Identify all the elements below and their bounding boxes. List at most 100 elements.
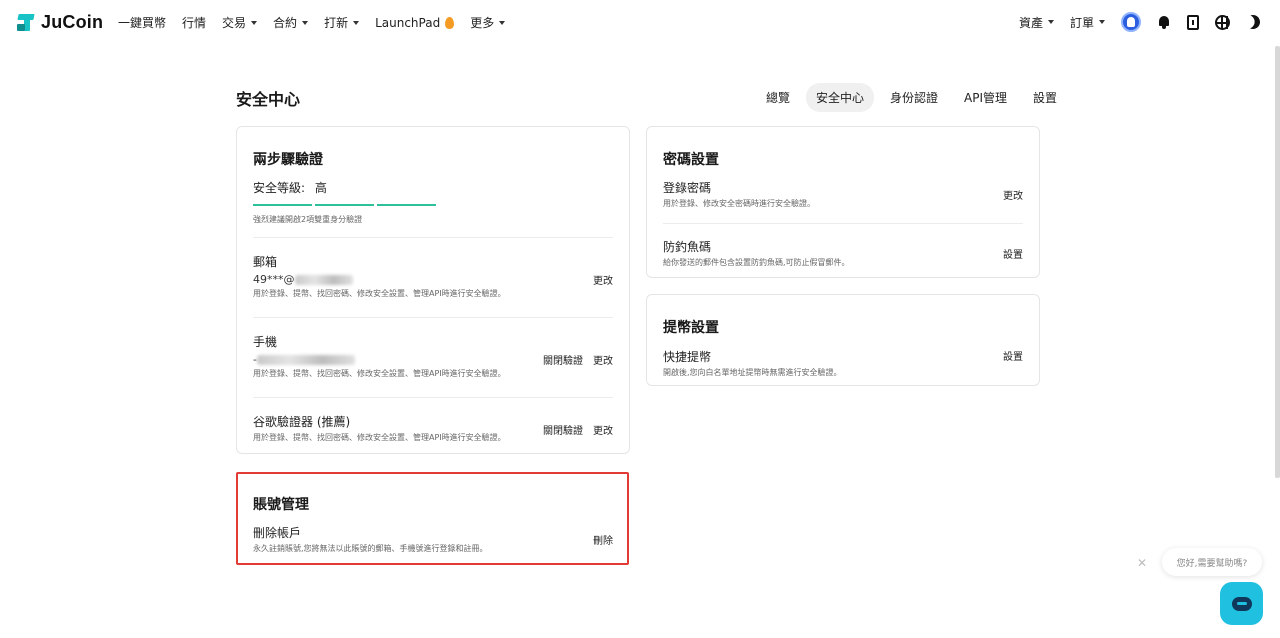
delete-account-button[interactable]: 刪除 bbox=[593, 532, 613, 547]
assets-menu[interactable]: 資產 bbox=[1019, 14, 1054, 31]
quick-withdraw-row: 快捷提幣 開啟後,您向白名單地址提幣時無需進行安全驗證。 bbox=[663, 348, 1023, 378]
email-change-button[interactable]: 更改 bbox=[593, 272, 613, 287]
main-nav: 一鍵買幣 行情 交易 合約 打新 LaunchPad 更多 bbox=[118, 14, 506, 31]
chat-greeting[interactable]: 您好,需要幫助嗎? bbox=[1162, 548, 1262, 576]
email-desc: 用於登錄、提幣、找回密碼、修改安全設置、管理API時進行安全驗證。 bbox=[253, 289, 506, 298]
login-password-row: 登錄密碼 用於登錄、修改安全密碼時進行安全驗證。 bbox=[663, 179, 1023, 209]
password-settings-title: 密碼設置 bbox=[663, 152, 719, 168]
two-factor-title: 兩步驟驗證 bbox=[253, 152, 323, 168]
nav-label: 一鍵買幣 bbox=[118, 16, 167, 30]
logo[interactable]: JuCoin bbox=[16, 12, 103, 33]
nav-markets[interactable]: 行情 bbox=[182, 14, 206, 31]
fire-icon bbox=[445, 16, 455, 29]
nav-quick-buy[interactable]: 一鍵買幣 bbox=[118, 14, 166, 31]
assets-label: 資產 bbox=[1018, 15, 1043, 30]
security-level-value: 高 bbox=[314, 181, 327, 195]
globe-icon[interactable] bbox=[1215, 14, 1230, 30]
withdrawal-settings-card: 提幣設置 快捷提幣 開啟後,您向白名單地址提幣時無需進行安全驗證。 設置 bbox=[646, 294, 1040, 386]
divider bbox=[663, 223, 1023, 224]
download-app-icon[interactable] bbox=[1187, 14, 1199, 30]
login-password-actions: 更改 bbox=[1003, 187, 1023, 202]
email-value: 49***@ bbox=[253, 273, 613, 286]
delete-account-desc: 永久註銷賬號,您將無法以此賬號的郵箱、手機號進行登錄和註冊。 bbox=[253, 544, 488, 553]
chat-close-icon[interactable]: ✕ bbox=[1137, 556, 1147, 570]
caret-down-icon bbox=[1099, 20, 1105, 24]
delete-account-row: 刪除帳戶 永久註銷賬號,您將無法以此賬號的郵箱、手機號進行登錄和註冊。 bbox=[253, 524, 611, 554]
nav-more[interactable]: 更多 bbox=[470, 14, 506, 31]
top-navbar: JuCoin 一鍵買幣 行情 交易 合約 打新 LaunchPad 更多 資產 … bbox=[0, 0, 1280, 46]
withdrawal-settings-title: 提幣設置 bbox=[663, 320, 719, 336]
quick-withdraw-actions: 設置 bbox=[1003, 348, 1023, 363]
level-bar bbox=[377, 204, 436, 206]
nav-label: 更多 bbox=[470, 16, 495, 30]
login-password-change-button[interactable]: 更改 bbox=[1003, 187, 1023, 202]
phone-disable-button[interactable]: 關閉驗證 bbox=[543, 352, 583, 367]
google-auth-disable-button[interactable]: 關閉驗證 bbox=[543, 422, 583, 437]
email-label: 郵箱 bbox=[253, 255, 278, 269]
security-level-bars bbox=[253, 204, 613, 206]
quick-withdraw-label: 快捷提幣 bbox=[663, 350, 712, 364]
recommendation-text: 強烈建議開啟2項雙重身分驗證 bbox=[253, 215, 363, 224]
google-auth-actions: 關閉驗證 更改 bbox=[543, 422, 613, 437]
phone-actions: 關閉驗證 更改 bbox=[543, 352, 613, 367]
bell-icon[interactable] bbox=[1157, 15, 1171, 29]
quick-withdraw-set-button[interactable]: 設置 bbox=[1003, 348, 1023, 363]
nav-ipo[interactable]: 打新 bbox=[324, 14, 360, 31]
nav-label: 交易 bbox=[222, 16, 247, 30]
nav-launchpad[interactable]: LaunchPad bbox=[375, 14, 455, 31]
caret-down-icon bbox=[251, 20, 258, 25]
anti-phishing-desc: 給你發送的郵件包含設置防釣魚碼,可防止假冒郵件。 bbox=[663, 258, 850, 267]
two-factor-card: 兩步驟驗證 安全等級: 高 強烈建議開啟2項雙重身分驗證 郵箱 49***@ 用… bbox=[236, 126, 630, 454]
divider bbox=[253, 237, 613, 238]
delete-account-label: 刪除帳戶 bbox=[253, 526, 302, 540]
password-settings-card: 密碼設置 登錄密碼 用於登錄、修改安全密碼時進行安全驗證。 更改 防釣魚碼 給你… bbox=[646, 126, 1040, 278]
caret-down-icon bbox=[1047, 20, 1054, 24]
masked-email bbox=[294, 275, 353, 285]
security-level-text: 安全等級: 高 bbox=[253, 179, 613, 196]
phone-label: 手機 bbox=[253, 335, 278, 349]
google-auth-change-button[interactable]: 更改 bbox=[593, 422, 613, 437]
tab-identity[interactable]: 身份認證 bbox=[880, 83, 948, 112]
tab-security-center[interactable]: 安全中心 bbox=[806, 83, 875, 112]
anti-phishing-row: 防釣魚碼 給你發送的郵件包含設置防釣魚碼,可防止假冒郵件。 bbox=[663, 238, 1023, 268]
caret-down-icon bbox=[499, 20, 506, 25]
divider bbox=[253, 317, 613, 318]
level-bar bbox=[253, 204, 312, 206]
login-password-label: 登錄密碼 bbox=[663, 181, 712, 195]
settings-tabs: 總覽 安全中心 身份認證 API管理 設置 bbox=[756, 83, 1067, 112]
account-management-card: 賬號管理 刪除帳戶 永久註銷賬號,您將無法以此賬號的郵箱、手機號進行登錄和註冊。… bbox=[236, 472, 629, 565]
security-level-label: 安全等級: bbox=[253, 181, 306, 195]
login-password-desc: 用於登錄、修改安全密碼時進行安全驗證。 bbox=[663, 199, 815, 208]
security-level: 安全等級: 高 強烈建議開啟2項雙重身分驗證 bbox=[253, 179, 613, 225]
caret-down-icon bbox=[302, 20, 309, 25]
nav-label: 打新 bbox=[324, 16, 349, 30]
chat-button[interactable] bbox=[1220, 582, 1263, 625]
nav-trade[interactable]: 交易 bbox=[222, 14, 258, 31]
anti-phishing-label: 防釣魚碼 bbox=[663, 240, 712, 254]
orders-menu[interactable]: 訂單 bbox=[1070, 14, 1105, 31]
anti-phishing-actions: 設置 bbox=[1003, 246, 1023, 261]
nav-futures[interactable]: 合約 bbox=[273, 14, 309, 31]
divider bbox=[253, 397, 613, 398]
tab-api[interactable]: API管理 bbox=[954, 83, 1017, 112]
page-title: 安全中心 bbox=[236, 90, 301, 109]
nav-label: 行情 bbox=[182, 16, 207, 30]
email-value-text: 49***@ bbox=[253, 273, 295, 286]
jucoin-logo-icon bbox=[16, 13, 36, 33]
caret-down-icon bbox=[353, 20, 360, 25]
avatar[interactable] bbox=[1121, 12, 1141, 32]
tab-overview[interactable]: 總覽 bbox=[756, 83, 800, 112]
quick-withdraw-desc: 開啟後,您向白名單地址提幣時無需進行安全驗證。 bbox=[663, 368, 842, 377]
email-actions: 更改 bbox=[593, 272, 613, 287]
moon-icon[interactable] bbox=[1244, 13, 1262, 31]
phone-change-button[interactable]: 更改 bbox=[593, 352, 613, 367]
chat-icon bbox=[1231, 596, 1252, 611]
tab-settings[interactable]: 設置 bbox=[1023, 83, 1067, 112]
anti-phishing-set-button[interactable]: 設置 bbox=[1003, 246, 1023, 261]
account-management-title: 賬號管理 bbox=[253, 497, 309, 513]
email-row: 郵箱 49***@ 用於登錄、提幣、找回密碼、修改安全設置、管理API時進行安全… bbox=[253, 253, 613, 299]
scrollbar[interactable] bbox=[1275, 46, 1280, 478]
orders-label: 訂單 bbox=[1069, 15, 1094, 30]
phone-desc: 用於登錄、提幣、找回密碼、修改安全設置、管理API時進行安全驗證。 bbox=[253, 369, 506, 378]
masked-phone bbox=[256, 355, 355, 365]
